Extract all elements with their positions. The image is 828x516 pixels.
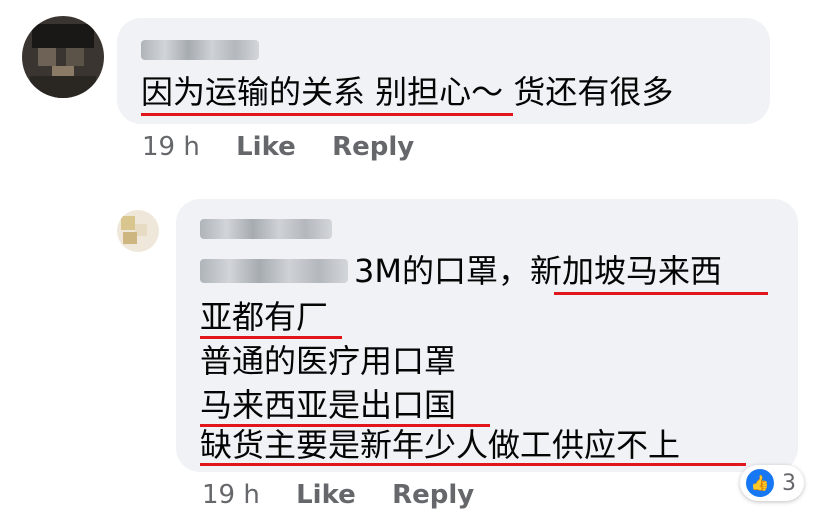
mention-tag[interactable] — [200, 259, 348, 283]
comment-actions: 19 h Like Reply — [142, 132, 414, 162]
comment-text-line: 亚都有厂 — [200, 298, 329, 336]
comment-text-line: 普通的医疗用口罩 — [200, 342, 457, 380]
comment-text: 因为运输的关系 别担心～ 货还有很多 — [141, 73, 674, 111]
like-button[interactable]: Like — [236, 132, 296, 162]
comment-text-line: 缺货主要是新年少人做工供应不上 — [200, 426, 681, 464]
comment-text-line: 马来西亚是出口国 — [200, 386, 457, 424]
author-name[interactable] — [200, 219, 332, 239]
avatar[interactable] — [22, 16, 104, 98]
timestamp[interactable]: 19 h — [142, 132, 200, 162]
comment-text-line: 3M的口罩，新加坡马来西 — [354, 252, 722, 290]
highlight-underline — [200, 463, 746, 466]
highlight-underline — [141, 113, 513, 116]
reaction-count: 3 — [782, 470, 796, 496]
comment-bubble: 3M的口罩，新加坡马来西 亚都有厂 普通的医疗用口罩 马来西亚是出口国 缺货主要… — [176, 199, 798, 472]
timestamp[interactable]: 19 h — [202, 480, 260, 510]
author-name[interactable] — [141, 40, 259, 60]
comment-actions: 19 h Like Reply — [202, 480, 474, 510]
highlight-underline — [554, 292, 768, 295]
comment-bubble: 因为运输的关系 别担心～ 货还有很多 — [117, 18, 770, 124]
avatar[interactable] — [117, 210, 159, 252]
reply-button[interactable]: Reply — [332, 132, 414, 162]
thumbs-up-icon: 👍 — [744, 467, 776, 499]
reaction-summary[interactable]: 👍 3 — [740, 465, 804, 501]
like-button[interactable]: Like — [296, 480, 356, 510]
reply-button[interactable]: Reply — [392, 480, 474, 510]
